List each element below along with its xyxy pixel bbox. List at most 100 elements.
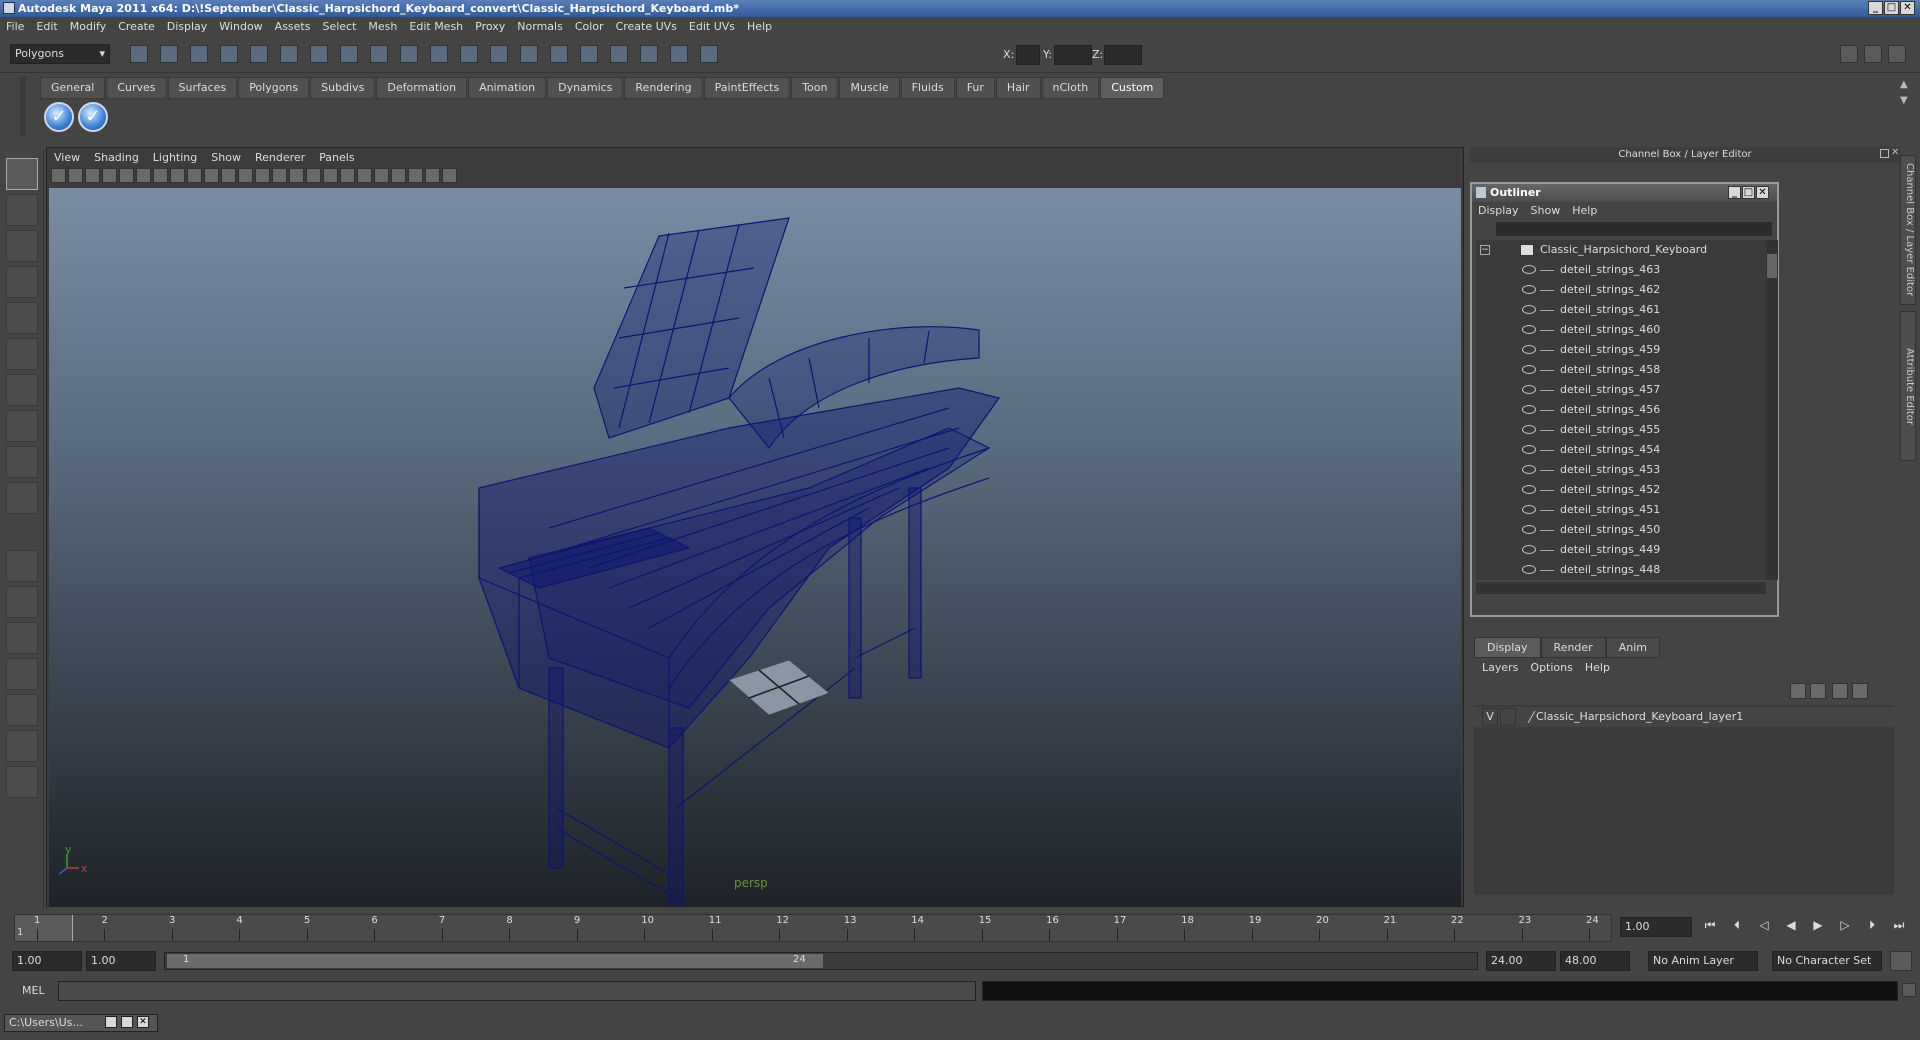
outliner-filter-field[interactable]: [1496, 222, 1772, 236]
range-slider[interactable]: 1 24: [164, 952, 1478, 970]
snap-curve-icon[interactable]: [340, 45, 358, 63]
step-back-frame-icon[interactable]: ◁: [1754, 918, 1774, 936]
outliner-item[interactable]: deteil_strings_453: [1476, 460, 1766, 480]
step-forward-frame-icon[interactable]: ▷: [1835, 918, 1855, 936]
snap-grid-icon[interactable]: [310, 45, 328, 63]
resolution-gate-icon[interactable]: [187, 168, 202, 183]
shelf-tab-custom[interactable]: Custom: [1100, 77, 1165, 99]
layer-type-toggle[interactable]: [1500, 708, 1516, 726]
outliner-persp-layout-icon[interactable]: [6, 622, 38, 654]
outliner-item[interactable]: deteil_strings_462: [1476, 280, 1766, 300]
play-backward-icon[interactable]: ◀: [1781, 918, 1801, 936]
shelf-tab-dynamics[interactable]: Dynamics: [547, 77, 624, 99]
outliner-item[interactable]: deteil_strings_449: [1476, 540, 1766, 560]
viewport-menu-lighting[interactable]: Lighting: [146, 148, 204, 168]
shelf-tab-surfaces[interactable]: Surfaces: [167, 77, 238, 99]
last-used-tool-icon[interactable]: [6, 482, 38, 514]
range-slider-handle[interactable]: 1 24: [167, 954, 823, 968]
menu-proxy[interactable]: Proxy: [469, 17, 511, 37]
viewport-menu-view[interactable]: View: [47, 148, 87, 168]
step-back-key-icon[interactable]: ⏴: [1727, 918, 1747, 936]
menu-assets[interactable]: Assets: [269, 17, 317, 37]
ipr-render-icon[interactable]: [520, 45, 538, 63]
hypershade-icon[interactable]: [580, 45, 598, 63]
move-layer-up-icon[interactable]: [1832, 683, 1848, 699]
new-layer-selected-icon[interactable]: [1810, 683, 1826, 699]
y-coord-field[interactable]: [1054, 45, 1092, 65]
layer-visibility-toggle[interactable]: V: [1482, 708, 1498, 726]
command-language-label[interactable]: MEL: [22, 984, 45, 997]
bookmarks-icon[interactable]: [85, 168, 100, 183]
viewport-menu-show[interactable]: Show: [204, 148, 248, 168]
outliner-item[interactable]: deteil_strings_459: [1476, 340, 1766, 360]
move-layer-down-icon[interactable]: [1852, 683, 1868, 699]
layer-row[interactable]: V Classic_Harpsichord_Keyboard_layer1: [1474, 707, 1894, 727]
shelf-tab-ncloth[interactable]: nCloth: [1041, 77, 1100, 99]
show-manipulator-icon[interactable]: [670, 45, 688, 63]
outliner-maximize-button[interactable]: □: [1742, 186, 1755, 199]
command-input[interactable]: [58, 981, 976, 1001]
shelf-tab-subdivs[interactable]: Subdivs: [310, 77, 376, 99]
outliner-item[interactable]: deteil_strings_461: [1476, 300, 1766, 320]
outliner-menu-display[interactable]: Display: [1472, 202, 1525, 220]
menu-create[interactable]: Create: [112, 17, 161, 37]
shelf-scroll-down-icon[interactable]: ▼: [1900, 95, 1912, 107]
z-coord-field[interactable]: [1104, 45, 1142, 65]
layer-menu-options[interactable]: Options: [1524, 659, 1578, 677]
menuset-dropdown[interactable]: Polygons ▾: [10, 44, 110, 64]
soft-modification-icon[interactable]: [6, 410, 38, 442]
select-camera-icon[interactable]: [51, 168, 66, 183]
layer-menu-layers[interactable]: Layers: [1476, 659, 1524, 677]
four-view-layout-icon[interactable]: [6, 586, 38, 618]
universal-manipulator-icon[interactable]: [6, 374, 38, 406]
menu-edit-mesh[interactable]: Edit Mesh: [403, 17, 469, 37]
outliner-item[interactable]: deteil_strings_456: [1476, 400, 1766, 420]
minimized-window[interactable]: C:\Users\Us... ✕: [4, 1014, 158, 1032]
layer-color-swatch[interactable]: [1516, 711, 1536, 723]
timeline[interactable]: 1 1 2 3 4 5 6 7 8 9 10 11 12 13 14 15 16 17 18 19 20 21 22 23 2…: [14, 914, 1612, 942]
menu-edit[interactable]: Edit: [30, 17, 63, 37]
shelf-tab-rendering[interactable]: Rendering: [624, 77, 703, 99]
viewport-menu-panels[interactable]: Panels: [312, 148, 361, 168]
viewport-menu-renderer[interactable]: Renderer: [248, 148, 312, 168]
field-chart-icon[interactable]: [221, 168, 236, 183]
layer-tab-render[interactable]: Render: [1540, 637, 1606, 658]
shelf-handle[interactable]: [20, 77, 26, 137]
menu-create-uvs[interactable]: Create UVs: [610, 17, 683, 37]
menu-color[interactable]: Color: [569, 17, 610, 37]
shadows-icon[interactable]: [374, 168, 389, 183]
x-coord-field[interactable]: [1016, 45, 1040, 65]
all-lights-icon[interactable]: [357, 168, 372, 183]
history-icon[interactable]: [460, 45, 478, 63]
rotate-tool-icon[interactable]: [6, 302, 38, 334]
anim-layer-dropdown[interactable]: No Anim Layer: [1648, 951, 1758, 971]
shelf-tab-painteffects[interactable]: PaintEffects: [703, 77, 791, 99]
snap-plane-icon[interactable]: [400, 45, 418, 63]
smooth-shade-icon[interactable]: [289, 168, 304, 183]
default-lighting-icon[interactable]: [340, 168, 355, 183]
dope-sheet-layout-icon[interactable]: [6, 730, 38, 762]
select-hierarchy-icon[interactable]: [220, 45, 238, 63]
shelf-tab-deformation[interactable]: Deformation: [376, 77, 468, 99]
animation-start-field[interactable]: 1.00: [12, 951, 82, 971]
maximize-icon[interactable]: [121, 1016, 133, 1028]
render-settings-icon[interactable]: [550, 45, 568, 63]
grease-pencil-icon[interactable]: [136, 168, 151, 183]
harpsichord-wireframe-model[interactable]: [49, 188, 1461, 906]
outliner-scroll-thumb[interactable]: [1767, 254, 1777, 278]
layer-menu-help[interactable]: Help: [1579, 659, 1616, 677]
snap-point-icon[interactable]: [370, 45, 388, 63]
new-scene-icon[interactable]: [130, 45, 148, 63]
input-ops-icon[interactable]: [610, 45, 628, 63]
outliner-vertical-scrollbar[interactable]: [1766, 240, 1778, 580]
outliner-close-button[interactable]: ✕: [1756, 186, 1769, 199]
menu-normals[interactable]: Normals: [511, 17, 569, 37]
graph-persp-layout-icon[interactable]: [6, 658, 38, 690]
restore-icon[interactable]: [105, 1016, 117, 1028]
side-tab-channel-box[interactable]: Channel Box / Layer Editor: [1900, 155, 1916, 305]
output-ops-icon[interactable]: [640, 45, 658, 63]
menu-modify[interactable]: Modify: [64, 17, 112, 37]
image-plane-icon[interactable]: [102, 168, 117, 183]
open-scene-icon[interactable]: [160, 45, 178, 63]
shelf-tab-animation[interactable]: Animation: [468, 77, 547, 99]
